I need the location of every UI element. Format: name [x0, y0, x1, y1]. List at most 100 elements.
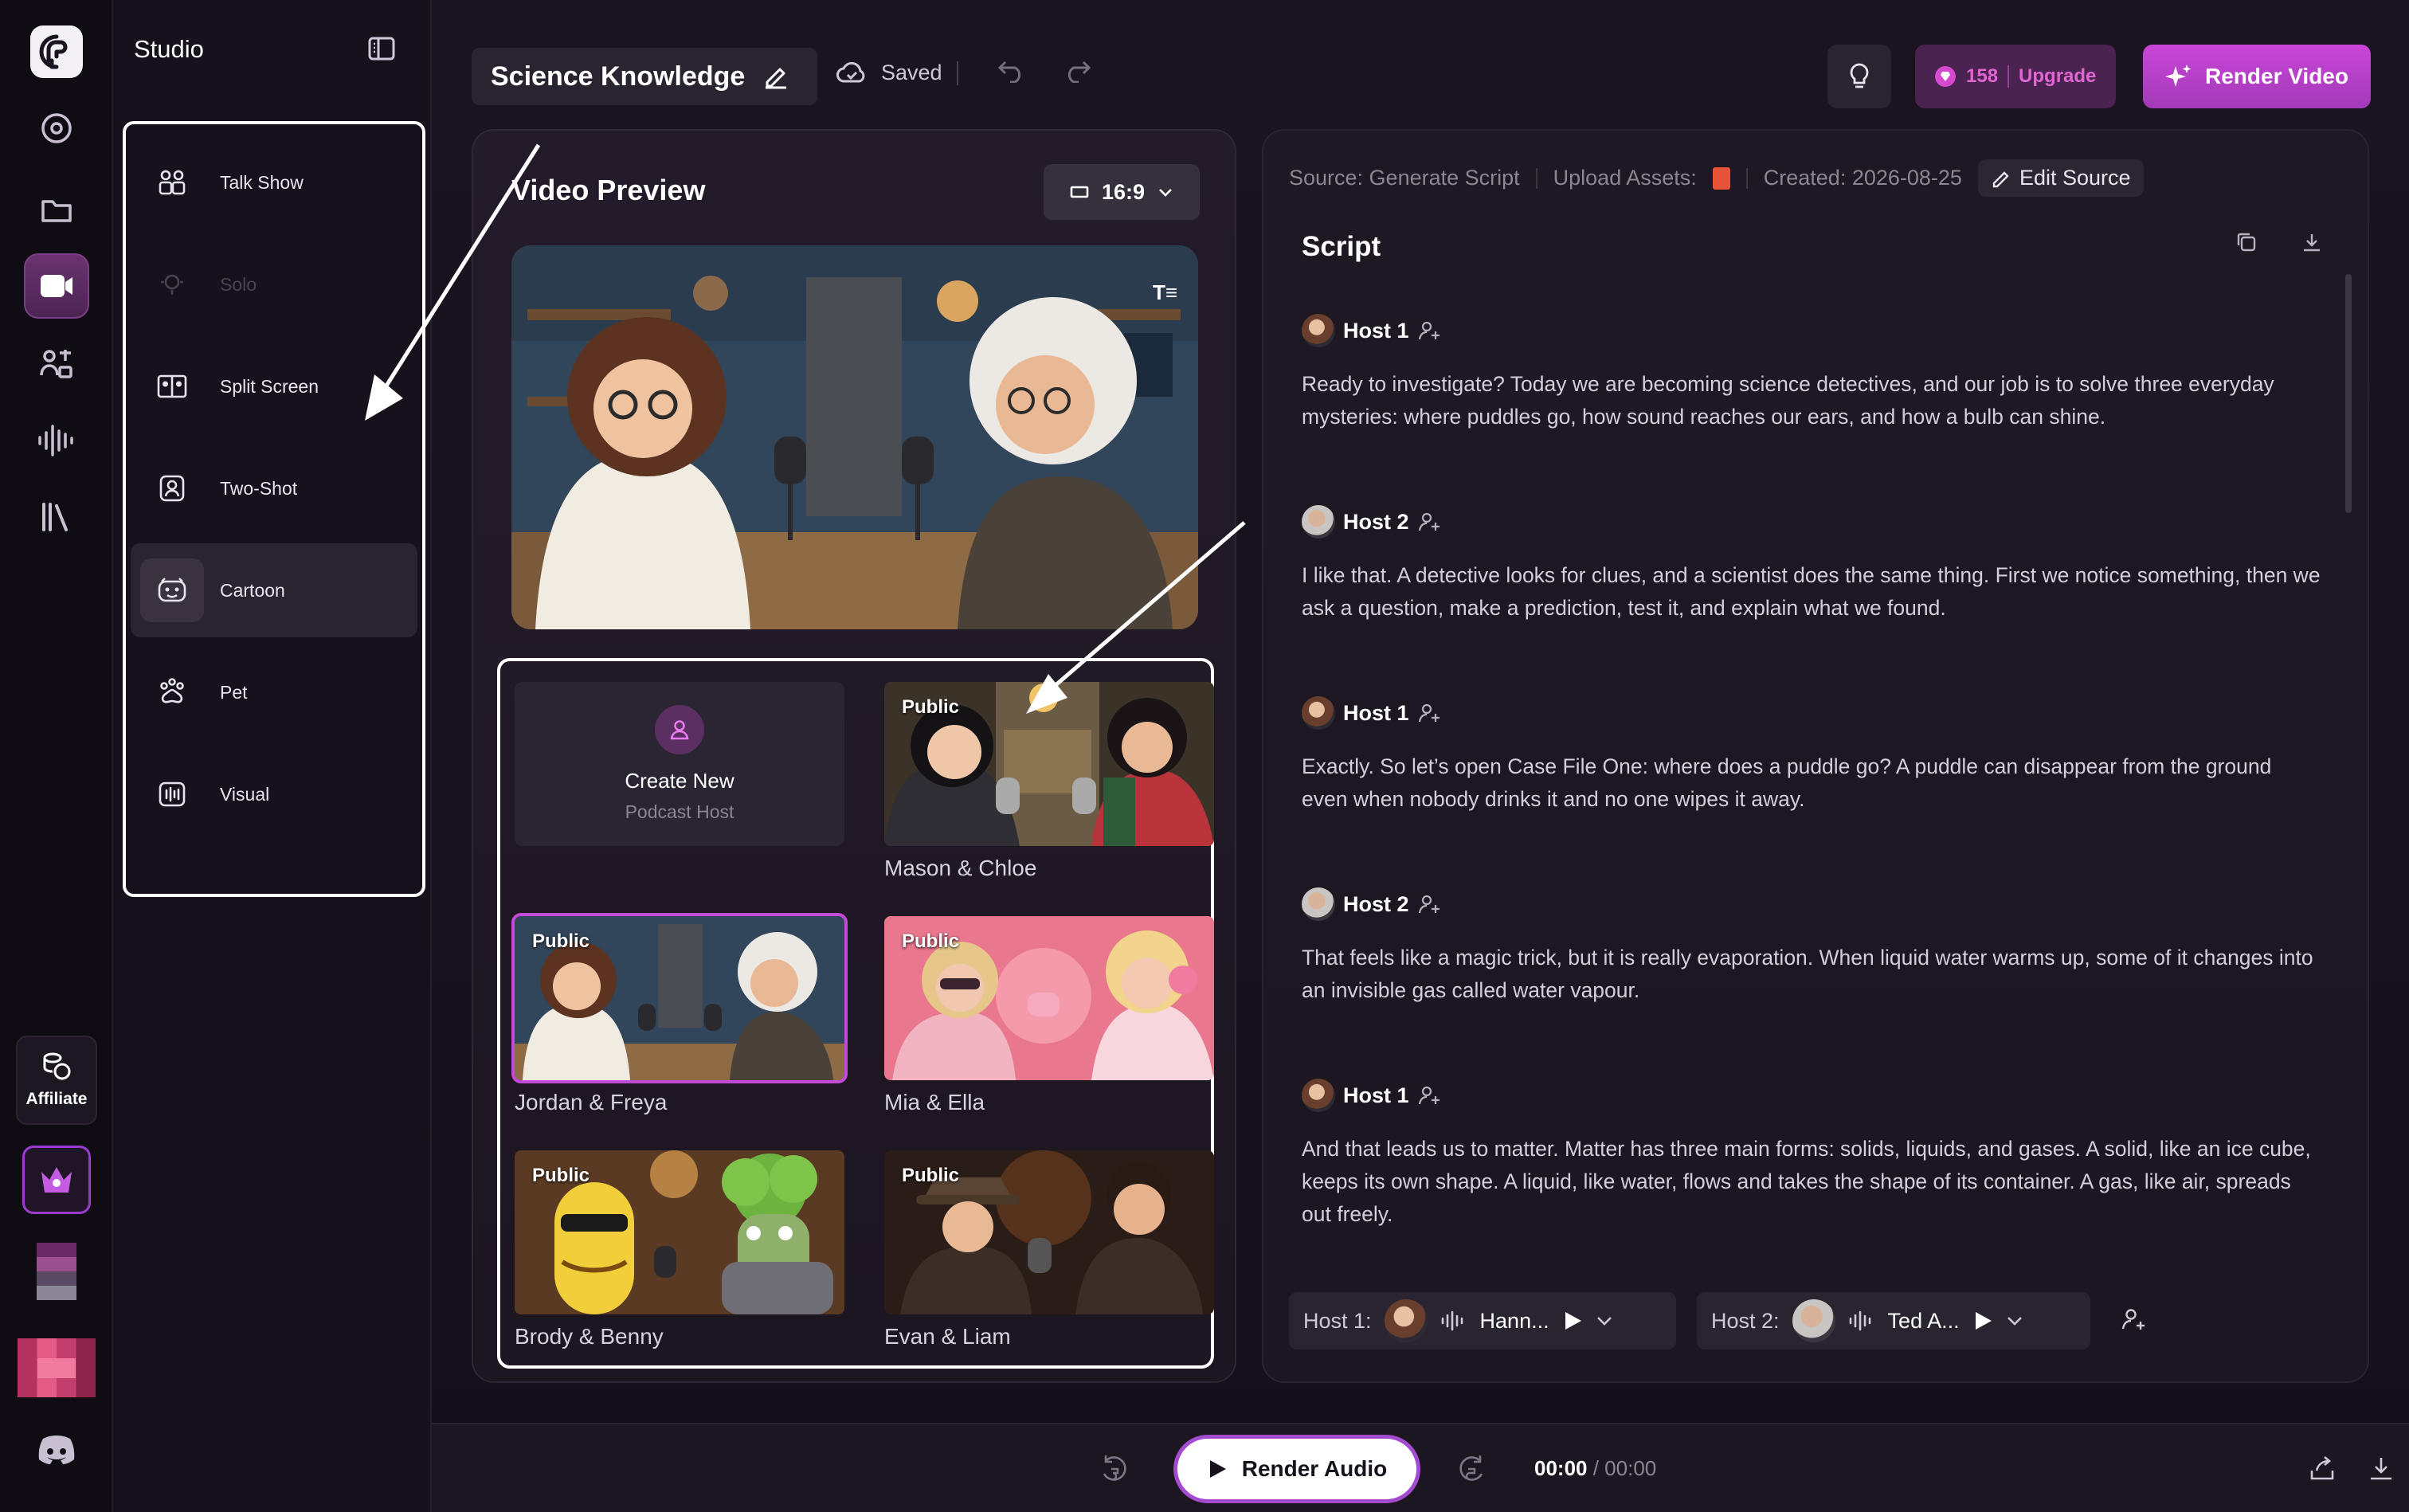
- voice-settings-icon[interactable]: [1417, 319, 1441, 343]
- team-avatar[interactable]: [18, 1338, 96, 1397]
- voice-settings-icon[interactable]: [1417, 701, 1441, 725]
- current-time: 00:00: [1534, 1456, 1588, 1480]
- voice-settings-icon[interactable]: [1417, 892, 1441, 916]
- mode-solo[interactable]: Solo: [131, 237, 417, 331]
- chevron-down-icon[interactable]: [1596, 1314, 1613, 1327]
- host-card-evan-liam[interactable]: Public Evan & Liam: [884, 1150, 1214, 1349]
- text-overlay-icon[interactable]: T≡: [1153, 280, 1177, 305]
- script-entry[interactable]: Host 2 I like that. A detective looks fo…: [1302, 505, 2321, 625]
- host-avatar: [1302, 887, 1335, 921]
- premium-crown-button[interactable]: [22, 1146, 91, 1214]
- script-text[interactable]: Ready to investigate? Today we are becom…: [1302, 368, 2321, 433]
- script-panel: Source: Generate Script Upload Assets: C…: [1262, 129, 2369, 1383]
- host1-voice-selector[interactable]: Host 1: Hann...: [1289, 1292, 1676, 1349]
- user-avatar[interactable]: [37, 1243, 76, 1300]
- public-badge: Public: [902, 1165, 960, 1186]
- host-card-jordan-freya[interactable]: Public Jordan & Freya: [511, 913, 848, 1115]
- manage-voices-icon[interactable]: [2121, 1306, 2146, 1336]
- copy-icon[interactable]: [2235, 231, 2258, 257]
- host-card-mia-ella[interactable]: Public Mia & Ella: [884, 916, 1214, 1115]
- script-entry[interactable]: Host 2 That feels like a magic trick, bu…: [1302, 887, 2321, 1007]
- folder-icon[interactable]: [24, 177, 89, 242]
- document-title: Science Knowledge: [491, 61, 746, 92]
- upgrade-label: Upgrade: [2019, 65, 2097, 87]
- host-card-name: Mia & Ella: [884, 1090, 985, 1114]
- mode-cartoon[interactable]: Cartoon: [131, 543, 417, 637]
- edit-source-button[interactable]: Edit Source: [1977, 159, 2144, 197]
- home-icon[interactable]: [24, 96, 89, 161]
- affiliate-button[interactable]: Affiliate: [16, 1036, 97, 1125]
- discord-icon[interactable]: [35, 1434, 78, 1466]
- render-video-button[interactable]: Render Video: [2143, 45, 2371, 108]
- public-badge: Public: [532, 930, 590, 952]
- aspect-ratio-dropdown[interactable]: 16:9: [1044, 164, 1200, 220]
- script-scrollbar[interactable]: [2345, 274, 2352, 513]
- mode-label: Cartoon: [220, 579, 285, 601]
- script-entry[interactable]: Host 1 And that leads us to matter. Matt…: [1302, 1079, 2321, 1231]
- download-icon[interactable]: [2301, 231, 2323, 257]
- script-text[interactable]: Exactly. So let’s open Case File One: wh…: [1302, 750, 2321, 816]
- voice-name: Hann...: [1479, 1308, 1549, 1333]
- undo-icon[interactable]: [997, 59, 1026, 87]
- host-card-mason-chloe[interactable]: Public Mason & Chloe: [884, 682, 1214, 881]
- divider: [956, 61, 958, 85]
- app-logo[interactable]: [30, 25, 83, 78]
- public-badge: Public: [902, 930, 960, 952]
- mode-talk-show[interactable]: Talk Show: [131, 135, 417, 229]
- script-text[interactable]: And that leads us to matter. Matter has …: [1302, 1133, 2321, 1231]
- pencil-icon: [1992, 170, 2009, 187]
- waveform-icon[interactable]: [24, 408, 89, 473]
- voice-settings-icon[interactable]: [1417, 510, 1441, 534]
- video-camera-icon[interactable]: [24, 253, 89, 319]
- user-icon: [655, 705, 704, 754]
- create-new-host-card[interactable]: Create New Podcast Host: [515, 682, 844, 846]
- mode-two-shot[interactable]: Two-Shot: [131, 441, 417, 535]
- studio-title: Studio: [134, 35, 204, 63]
- create-new-label: Create New: [625, 769, 734, 793]
- credits-count: 158: [1966, 65, 1999, 87]
- script-text[interactable]: I like that. A detective looks for clues…: [1302, 559, 2321, 625]
- redo-icon[interactable]: [1063, 59, 1091, 87]
- chevron-down-icon[interactable]: [2006, 1314, 2023, 1327]
- script-entry[interactable]: Host 1 Ready to investigate? Today we ar…: [1302, 314, 2321, 433]
- share-icon[interactable]: [2309, 1455, 2336, 1486]
- host-avatar: [1302, 314, 1335, 347]
- rewind-5s-icon[interactable]: [1099, 1453, 1128, 1489]
- play-icon[interactable]: [1562, 1310, 1583, 1332]
- pencil-icon[interactable]: [762, 63, 789, 90]
- save-status: Saved: [836, 61, 958, 85]
- pdf-file-icon[interactable]: [1712, 166, 1730, 190]
- mode-visual[interactable]: Visual: [131, 747, 417, 841]
- tips-button[interactable]: [1827, 45, 1891, 108]
- download-icon[interactable]: [2368, 1455, 2395, 1486]
- script-entry[interactable]: Host 1 Exactly. So let’s open Case File …: [1302, 696, 2321, 816]
- mode-pet[interactable]: Pet: [131, 645, 417, 739]
- created-date: Created: 2026-08-25: [1763, 166, 1962, 190]
- forward-5s-icon[interactable]: [1458, 1453, 1487, 1489]
- mode-split-screen[interactable]: Split Screen: [131, 339, 417, 433]
- play-icon[interactable]: [1972, 1310, 1993, 1332]
- waveform-icon: [1849, 1310, 1870, 1331]
- document-title-field[interactable]: Science Knowledge: [472, 48, 817, 105]
- voice-name: Ted A...: [1887, 1308, 1960, 1333]
- host-card-brody-benny[interactable]: Public Brody & Benny: [515, 1150, 844, 1349]
- coins-icon: [43, 1052, 71, 1080]
- mode-label: Two-Shot: [220, 477, 298, 499]
- library-icon[interactable]: [24, 484, 89, 550]
- voice-settings-icon[interactable]: [1417, 1083, 1441, 1107]
- host2-voice-selector[interactable]: Host 2: Ted A...: [1697, 1292, 2090, 1349]
- host-thumbnail: Public: [884, 1150, 1214, 1314]
- cartoon-icon: [140, 558, 204, 622]
- mode-label: Solo: [220, 273, 257, 295]
- credits-upgrade-button[interactable]: 158 Upgrade: [1915, 45, 2116, 108]
- script-meta: Source: Generate Script Upload Assets: C…: [1289, 159, 2144, 197]
- speaker-label: Host 1: [1343, 318, 1409, 343]
- split-screen-icon: [140, 354, 204, 418]
- avatars-icon[interactable]: [24, 331, 89, 397]
- aspect-ratio-icon: [1070, 186, 1089, 198]
- speaker-label: Host 1: [1343, 1083, 1409, 1107]
- script-text[interactable]: That feels like a magic trick, but it is…: [1302, 942, 2321, 1007]
- host-card-name: Brody & Benny: [515, 1324, 664, 1349]
- collapse-sidebar-icon[interactable]: [368, 37, 395, 61]
- render-audio-button[interactable]: Render Audio: [1177, 1439, 1416, 1499]
